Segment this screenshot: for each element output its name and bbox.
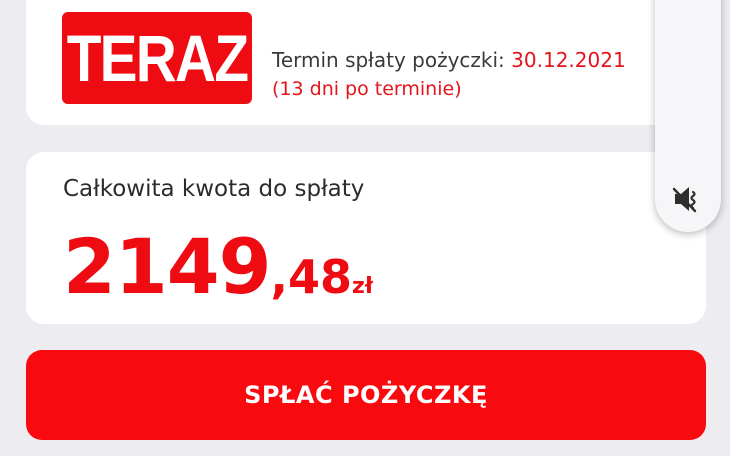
due-date-label: Termin spłaty pożyczki: — [272, 48, 505, 72]
pay-loan-button-label: SPŁAĆ POŻYCZKĘ — [244, 381, 488, 409]
amount-integer: 2149 — [63, 222, 272, 311]
pay-loan-button[interactable]: SPŁAĆ POŻYCZKĘ — [26, 350, 706, 440]
volume-mute-icon[interactable] — [671, 182, 705, 216]
amount-fraction: ,48 — [270, 250, 353, 304]
volume-panel[interactable] — [655, 0, 721, 232]
amount-card: Całkowita kwota do spłaty 2149,48zł — [26, 152, 706, 324]
teraz-logo-text: TERAZ — [66, 21, 249, 95]
amount-value: 2149,48zł — [63, 222, 373, 311]
amount-label: Całkowita kwota do spłaty — [63, 176, 365, 202]
due-date-line: Termin spłaty pożyczki: 30.12.2021 — [272, 48, 626, 72]
amount-currency: zł — [352, 274, 373, 299]
loan-status-card: TERAZ Termin spłaty pożyczki: 30.12.2021… — [26, 0, 706, 125]
due-date-value: 30.12.2021 — [511, 48, 626, 72]
teraz-logo: TERAZ — [62, 12, 252, 104]
overdue-text: (13 dni po terminie) — [272, 78, 462, 100]
